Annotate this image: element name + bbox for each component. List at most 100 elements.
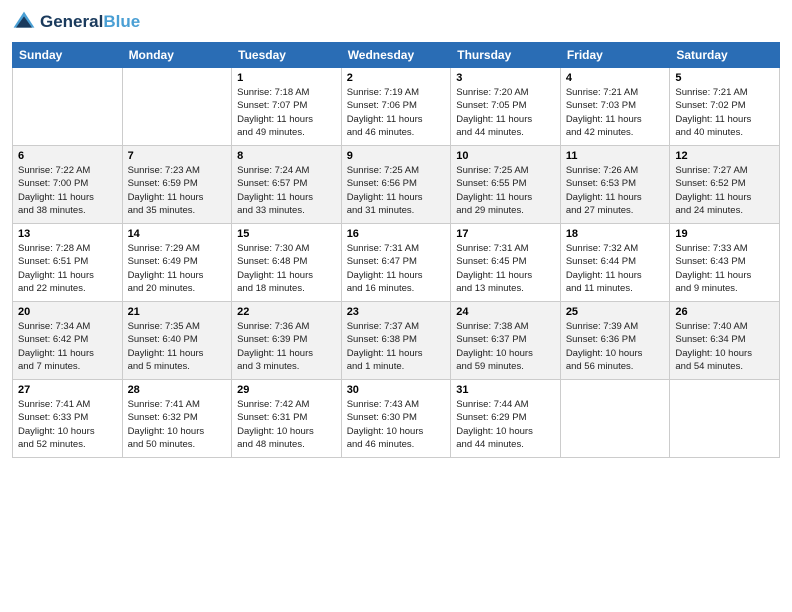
- day-info: Sunrise: 7:41 AM Sunset: 6:32 PM Dayligh…: [128, 398, 227, 451]
- calendar-table: SundayMondayTuesdayWednesdayThursdayFrid…: [12, 42, 780, 458]
- day-number: 1: [237, 72, 336, 84]
- day-info: Sunrise: 7:25 AM Sunset: 6:56 PM Dayligh…: [347, 164, 446, 217]
- day-info: Sunrise: 7:20 AM Sunset: 7:05 PM Dayligh…: [456, 86, 555, 139]
- header: GeneralBlue: [12, 10, 780, 34]
- day-info: Sunrise: 7:19 AM Sunset: 7:06 PM Dayligh…: [347, 86, 446, 139]
- day-number: 28: [128, 384, 227, 396]
- calendar-cell: 3 Sunrise: 7:20 AM Sunset: 7:05 PM Daylig…: [451, 68, 561, 146]
- calendar-week-2: 6 Sunrise: 7:22 AM Sunset: 7:00 PM Daylig…: [13, 146, 780, 224]
- day-info: Sunrise: 7:31 AM Sunset: 6:47 PM Dayligh…: [347, 242, 446, 295]
- day-number: 22: [237, 306, 336, 318]
- day-number: 3: [456, 72, 555, 84]
- day-info: Sunrise: 7:27 AM Sunset: 6:52 PM Dayligh…: [675, 164, 774, 217]
- day-number: 18: [566, 228, 665, 240]
- day-info: Sunrise: 7:42 AM Sunset: 6:31 PM Dayligh…: [237, 398, 336, 451]
- day-number: 25: [566, 306, 665, 318]
- calendar-cell: 22 Sunrise: 7:36 AM Sunset: 6:39 PM Dayli…: [232, 302, 342, 380]
- day-info: Sunrise: 7:39 AM Sunset: 6:36 PM Dayligh…: [566, 320, 665, 373]
- day-info: Sunrise: 7:31 AM Sunset: 6:45 PM Dayligh…: [456, 242, 555, 295]
- calendar-cell: 31 Sunrise: 7:44 AM Sunset: 6:29 PM Dayli…: [451, 380, 561, 458]
- day-number: 7: [128, 150, 227, 162]
- day-info: Sunrise: 7:24 AM Sunset: 6:57 PM Dayligh…: [237, 164, 336, 217]
- day-number: 12: [675, 150, 774, 162]
- day-number: 20: [18, 306, 117, 318]
- day-info: Sunrise: 7:28 AM Sunset: 6:51 PM Dayligh…: [18, 242, 117, 295]
- calendar-week-1: 1 Sunrise: 7:18 AM Sunset: 7:07 PM Daylig…: [13, 68, 780, 146]
- day-number: 30: [347, 384, 446, 396]
- calendar-cell: [670, 380, 780, 458]
- day-number: 23: [347, 306, 446, 318]
- calendar-cell: 28 Sunrise: 7:41 AM Sunset: 6:32 PM Dayli…: [122, 380, 232, 458]
- day-number: 21: [128, 306, 227, 318]
- logo-text: GeneralBlue: [40, 12, 140, 32]
- calendar-cell: [13, 68, 123, 146]
- day-info: Sunrise: 7:40 AM Sunset: 6:34 PM Dayligh…: [675, 320, 774, 373]
- calendar-cell: 2Sunrise: 7:19 AM Sunset: 7:06 PM Daylig…: [341, 68, 451, 146]
- day-number: 4: [566, 72, 665, 84]
- day-number: 13: [18, 228, 117, 240]
- page-container: GeneralBlue SundayMondayTuesdayWednesday…: [0, 0, 792, 466]
- day-info: Sunrise: 7:41 AM Sunset: 6:33 PM Dayligh…: [18, 398, 117, 451]
- day-number: 31: [456, 384, 555, 396]
- calendar-cell: 1 Sunrise: 7:18 AM Sunset: 7:07 PM Daylig…: [232, 68, 342, 146]
- col-header-thursday: Thursday: [451, 43, 561, 68]
- calendar-week-3: 13 Sunrise: 7:28 AM Sunset: 6:51 PM Dayli…: [13, 224, 780, 302]
- col-header-saturday: Saturday: [670, 43, 780, 68]
- calendar-cell: 7Sunrise: 7:23 AM Sunset: 6:59 PM Daylig…: [122, 146, 232, 224]
- day-info: Sunrise: 7:44 AM Sunset: 6:29 PM Dayligh…: [456, 398, 555, 451]
- calendar-cell: 18 Sunrise: 7:32 AM Sunset: 6:44 PM Dayli…: [560, 224, 670, 302]
- logo: GeneralBlue: [12, 10, 140, 34]
- calendar-cell: 13 Sunrise: 7:28 AM Sunset: 6:51 PM Dayli…: [13, 224, 123, 302]
- day-number: 9: [347, 150, 446, 162]
- day-info: Sunrise: 7:26 AM Sunset: 6:53 PM Dayligh…: [566, 164, 665, 217]
- col-header-tuesday: Tuesday: [232, 43, 342, 68]
- day-number: 29: [237, 384, 336, 396]
- day-info: Sunrise: 7:29 AM Sunset: 6:49 PM Dayligh…: [128, 242, 227, 295]
- calendar-cell: 10 Sunrise: 7:25 AM Sunset: 6:55 PM Dayli…: [451, 146, 561, 224]
- day-info: Sunrise: 7:33 AM Sunset: 6:43 PM Dayligh…: [675, 242, 774, 295]
- col-header-wednesday: Wednesday: [341, 43, 451, 68]
- day-number: 11: [566, 150, 665, 162]
- day-info: Sunrise: 7:36 AM Sunset: 6:39 PM Dayligh…: [237, 320, 336, 373]
- calendar-cell: 15Sunrise: 7:30 AM Sunset: 6:48 PM Dayli…: [232, 224, 342, 302]
- calendar-cell: 20 Sunrise: 7:34 AM Sunset: 6:42 PM Dayli…: [13, 302, 123, 380]
- calendar-cell: 4 Sunrise: 7:21 AM Sunset: 7:03 PM Daylig…: [560, 68, 670, 146]
- day-number: 5: [675, 72, 774, 84]
- day-info: Sunrise: 7:43 AM Sunset: 6:30 PM Dayligh…: [347, 398, 446, 451]
- calendar-cell: 29 Sunrise: 7:42 AM Sunset: 6:31 PM Dayli…: [232, 380, 342, 458]
- col-header-monday: Monday: [122, 43, 232, 68]
- col-header-friday: Friday: [560, 43, 670, 68]
- calendar-cell: 23 Sunrise: 7:37 AM Sunset: 6:38 PM Dayli…: [341, 302, 451, 380]
- day-number: 6: [18, 150, 117, 162]
- day-info: Sunrise: 7:21 AM Sunset: 7:03 PM Dayligh…: [566, 86, 665, 139]
- day-info: Sunrise: 7:37 AM Sunset: 6:38 PM Dayligh…: [347, 320, 446, 373]
- day-info: Sunrise: 7:38 AM Sunset: 6:37 PM Dayligh…: [456, 320, 555, 373]
- day-info: Sunrise: 7:22 AM Sunset: 7:00 PM Dayligh…: [18, 164, 117, 217]
- calendar-cell: [122, 68, 232, 146]
- calendar-week-4: 20 Sunrise: 7:34 AM Sunset: 6:42 PM Dayli…: [13, 302, 780, 380]
- calendar-cell: [560, 380, 670, 458]
- logo-icon: [12, 10, 36, 34]
- calendar-cell: 5Sunrise: 7:21 AM Sunset: 7:02 PM Daylig…: [670, 68, 780, 146]
- calendar-cell: 6 Sunrise: 7:22 AM Sunset: 7:00 PM Daylig…: [13, 146, 123, 224]
- day-number: 19: [675, 228, 774, 240]
- day-number: 17: [456, 228, 555, 240]
- day-number: 16: [347, 228, 446, 240]
- col-header-sunday: Sunday: [13, 43, 123, 68]
- day-info: Sunrise: 7:30 AM Sunset: 6:48 PM Dayligh…: [237, 242, 336, 295]
- day-info: Sunrise: 7:32 AM Sunset: 6:44 PM Dayligh…: [566, 242, 665, 295]
- day-info: Sunrise: 7:18 AM Sunset: 7:07 PM Dayligh…: [237, 86, 336, 139]
- calendar-cell: 21 Sunrise: 7:35 AM Sunset: 6:40 PM Dayli…: [122, 302, 232, 380]
- calendar-cell: 9 Sunrise: 7:25 AM Sunset: 6:56 PM Daylig…: [341, 146, 451, 224]
- day-info: Sunrise: 7:35 AM Sunset: 6:40 PM Dayligh…: [128, 320, 227, 373]
- day-number: 26: [675, 306, 774, 318]
- day-info: Sunrise: 7:25 AM Sunset: 6:55 PM Dayligh…: [456, 164, 555, 217]
- day-info: Sunrise: 7:34 AM Sunset: 6:42 PM Dayligh…: [18, 320, 117, 373]
- calendar-cell: 24Sunrise: 7:38 AM Sunset: 6:37 PM Dayli…: [451, 302, 561, 380]
- calendar-cell: 26 Sunrise: 7:40 AM Sunset: 6:34 PM Dayli…: [670, 302, 780, 380]
- day-number: 8: [237, 150, 336, 162]
- calendar-week-5: 27Sunrise: 7:41 AM Sunset: 6:33 PM Dayli…: [13, 380, 780, 458]
- day-number: 10: [456, 150, 555, 162]
- calendar-cell: 8 Sunrise: 7:24 AM Sunset: 6:57 PM Daylig…: [232, 146, 342, 224]
- calendar-cell: 14Sunrise: 7:29 AM Sunset: 6:49 PM Dayli…: [122, 224, 232, 302]
